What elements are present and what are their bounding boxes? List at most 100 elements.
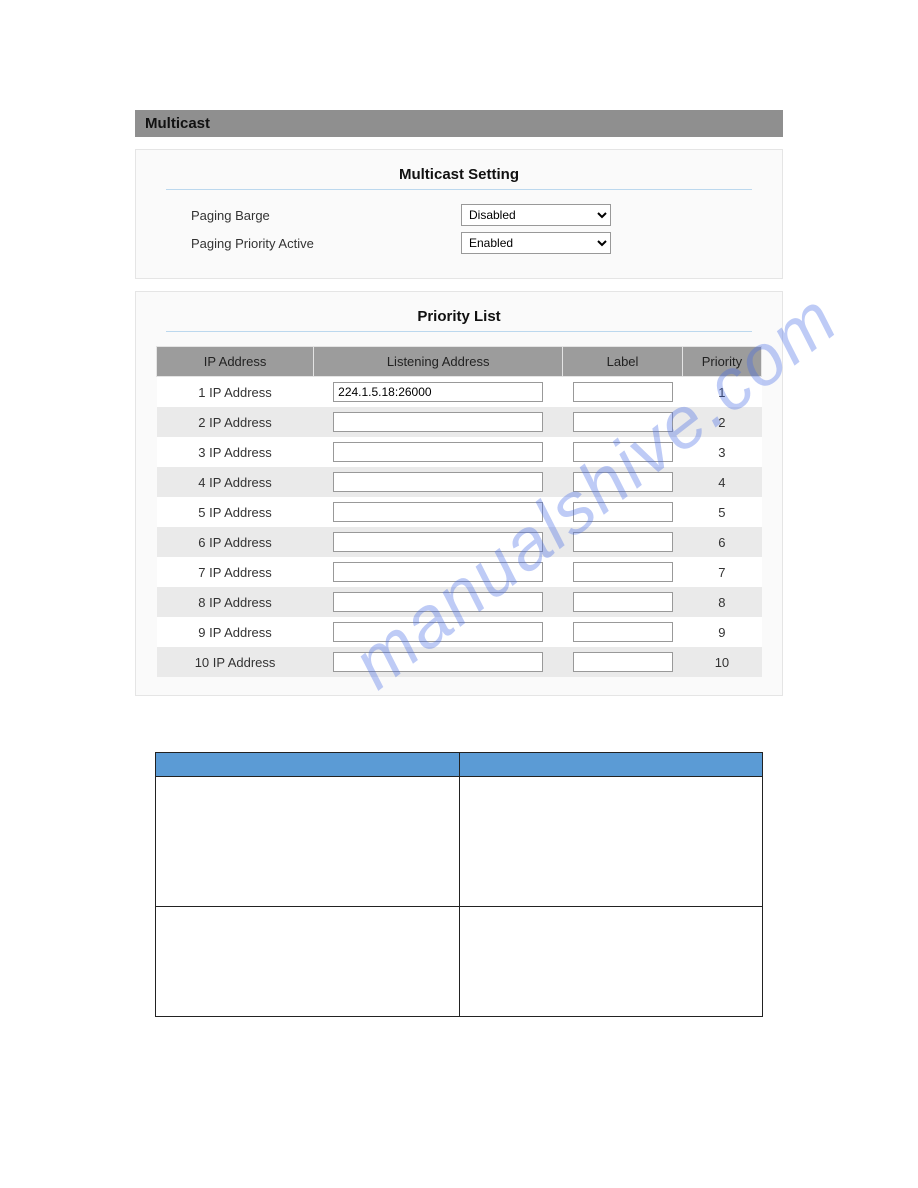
label-input[interactable] (573, 562, 673, 582)
ip-address-cell: 9 IP Address (157, 617, 314, 647)
priority-cell: 10 (682, 647, 761, 677)
listening-address-input[interactable] (333, 472, 543, 492)
label-input[interactable] (573, 652, 673, 672)
priority-list-title: Priority List (156, 308, 762, 325)
header-ip-address: IP Address (157, 347, 314, 377)
ip-address-cell: 8 IP Address (157, 587, 314, 617)
description-header-left (156, 753, 460, 777)
table-row: 7 IP Address 7 (157, 557, 762, 587)
table-row: 5 IP Address 5 (157, 497, 762, 527)
priority-table-header-row: IP Address Listening Address Label Prior… (157, 347, 762, 377)
multicast-setting-panel: Multicast Setting Paging Barge Disabled … (135, 149, 783, 279)
ip-address-cell: 5 IP Address (157, 497, 314, 527)
paging-priority-active-select[interactable]: Enabled (461, 232, 611, 254)
section-underline (166, 331, 752, 332)
table-row: 9 IP Address 9 (157, 617, 762, 647)
listening-address-input[interactable] (333, 502, 543, 522)
ip-address-cell: 1 IP Address (157, 377, 314, 408)
description-cell (459, 907, 763, 1017)
ip-address-cell: 7 IP Address (157, 557, 314, 587)
titlebar: Multicast (135, 110, 783, 137)
table-row: 4 IP Address 4 (157, 467, 762, 497)
ip-address-cell: 3 IP Address (157, 437, 314, 467)
settings-rows: Paging Barge Disabled Paging Priority Ac… (156, 204, 762, 254)
label-input[interactable] (573, 412, 673, 432)
listening-address-input[interactable] (333, 622, 543, 642)
listening-address-input[interactable] (333, 562, 543, 582)
ip-address-cell: 2 IP Address (157, 407, 314, 437)
label-input[interactable] (573, 622, 673, 642)
priority-cell: 6 (682, 527, 761, 557)
listening-address-cell (314, 377, 563, 408)
description-header-row (156, 753, 763, 777)
listening-address-cell (314, 407, 563, 437)
label-input[interactable] (573, 502, 673, 522)
header-priority: Priority (682, 347, 761, 377)
table-row: 3 IP Address 3 (157, 437, 762, 467)
table-row: 2 IP Address 2 (157, 407, 762, 437)
priority-list-panel: Priority List IP Address Listening Addre… (135, 291, 783, 696)
description-row (156, 907, 763, 1017)
listening-address-cell (314, 467, 563, 497)
priority-cell: 8 (682, 587, 761, 617)
label-cell (563, 557, 683, 587)
label-input[interactable] (573, 592, 673, 612)
label-cell (563, 377, 683, 408)
paging-priority-active-label: Paging Priority Active (191, 236, 461, 251)
header-label: Label (563, 347, 683, 377)
listening-address-input[interactable] (333, 442, 543, 462)
priority-cell: 1 (682, 377, 761, 408)
description-header-right (459, 753, 763, 777)
label-cell (563, 407, 683, 437)
description-cell (459, 777, 763, 907)
table-row: 8 IP Address 8 (157, 587, 762, 617)
page-wrap: Multicast Multicast Setting Paging Barge… (0, 0, 918, 1017)
label-cell (563, 587, 683, 617)
listening-address-input[interactable] (333, 652, 543, 672)
ip-address-cell: 10 IP Address (157, 647, 314, 677)
paging-barge-select[interactable]: Disabled (461, 204, 611, 226)
listening-address-input[interactable] (333, 532, 543, 552)
listening-address-cell (314, 437, 563, 467)
description-cell (156, 777, 460, 907)
header-listening-address: Listening Address (314, 347, 563, 377)
listening-address-cell (314, 647, 563, 677)
listening-address-cell (314, 527, 563, 557)
listening-address-input[interactable] (333, 592, 543, 612)
label-input[interactable] (573, 532, 673, 552)
label-cell (563, 497, 683, 527)
listening-address-cell (314, 617, 563, 647)
listening-address-cell (314, 587, 563, 617)
priority-table: IP Address Listening Address Label Prior… (156, 346, 762, 677)
priority-cell: 3 (682, 437, 761, 467)
description-row (156, 777, 763, 907)
label-input[interactable] (573, 472, 673, 492)
label-cell (563, 527, 683, 557)
ip-address-cell: 4 IP Address (157, 467, 314, 497)
priority-cell: 4 (682, 467, 761, 497)
section-underline (166, 189, 752, 190)
priority-cell: 9 (682, 617, 761, 647)
priority-cell: 2 (682, 407, 761, 437)
listening-address-cell (314, 557, 563, 587)
ip-address-cell: 6 IP Address (157, 527, 314, 557)
label-cell (563, 467, 683, 497)
label-cell (563, 617, 683, 647)
label-input[interactable] (573, 442, 673, 462)
label-cell (563, 437, 683, 467)
description-cell (156, 907, 460, 1017)
paging-priority-active-row: Paging Priority Active Enabled (191, 232, 727, 254)
paging-barge-label: Paging Barge (191, 208, 461, 223)
label-input[interactable] (573, 382, 673, 402)
paging-barge-row: Paging Barge Disabled (191, 204, 727, 226)
table-row: 10 IP Address 10 (157, 647, 762, 677)
multicast-setting-title: Multicast Setting (156, 166, 762, 183)
table-row: 6 IP Address 6 (157, 527, 762, 557)
listening-address-input[interactable] (333, 382, 543, 402)
description-table (155, 752, 763, 1017)
listening-address-input[interactable] (333, 412, 543, 432)
priority-cell: 5 (682, 497, 761, 527)
priority-cell: 7 (682, 557, 761, 587)
label-cell (563, 647, 683, 677)
listening-address-cell (314, 497, 563, 527)
